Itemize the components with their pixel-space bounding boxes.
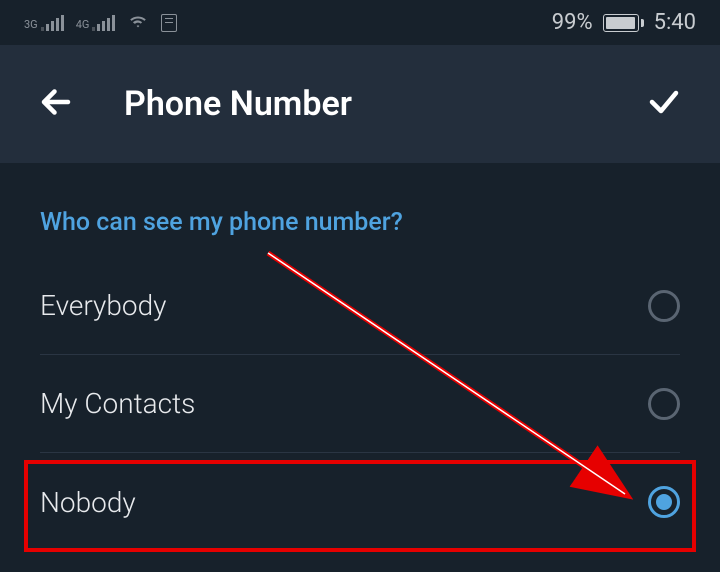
radio-icon — [648, 388, 680, 420]
option-my-contacts[interactable]: My Contacts — [40, 355, 680, 453]
clock-time: 5:40 — [654, 10, 696, 35]
battery-icon — [603, 14, 644, 32]
signal-4g-label: 4G — [76, 18, 90, 31]
wifi-icon — [127, 9, 149, 36]
section-title: Who can see my phone number? — [40, 208, 680, 237]
status-right: 99% 5:40 — [552, 10, 696, 35]
signal-4g: 4G — [76, 15, 116, 31]
signal-bars-icon — [41, 15, 64, 31]
signal-3g: 3G — [24, 15, 64, 31]
option-label: Nobody — [40, 486, 136, 519]
option-label: My Contacts — [40, 387, 195, 420]
sim-icon — [161, 14, 177, 32]
confirm-button[interactable] — [646, 84, 682, 124]
radio-icon — [648, 290, 680, 322]
option-label: Everybody — [40, 289, 166, 322]
option-everybody[interactable]: Everybody — [40, 257, 680, 355]
status-left: 3G 4G — [24, 9, 177, 36]
content: Who can see my phone number? Everybody M… — [0, 163, 720, 551]
option-nobody[interactable]: Nobody — [40, 453, 680, 551]
radio-icon-selected — [648, 486, 680, 518]
signal-3g-label: 3G — [24, 18, 38, 31]
app-bar: Phone Number — [0, 45, 720, 163]
battery-percent: 99% — [552, 10, 593, 35]
signal-bars-icon — [92, 15, 115, 31]
back-button[interactable] — [38, 84, 74, 124]
status-bar: 3G 4G 99% — [0, 0, 720, 45]
page-title: Phone Number — [124, 84, 596, 124]
